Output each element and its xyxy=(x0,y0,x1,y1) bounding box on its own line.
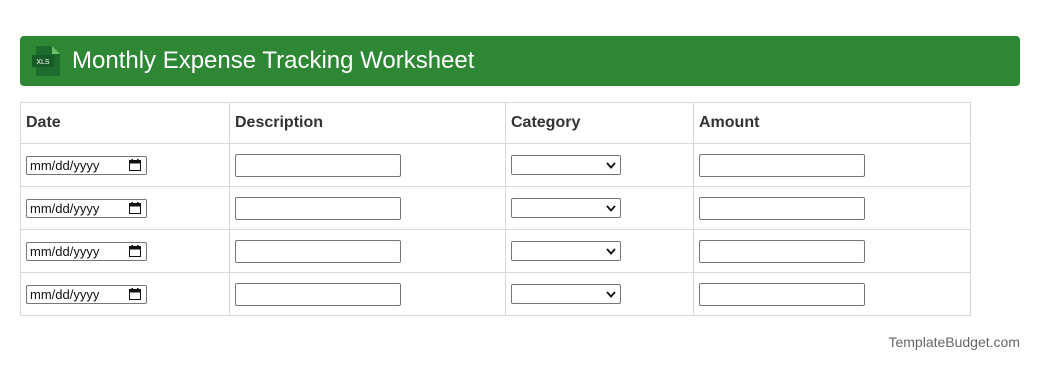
chevron-down-icon xyxy=(606,161,616,169)
chevron-down-icon xyxy=(606,290,616,298)
page-title: Monthly Expense Tracking Worksheet xyxy=(72,47,475,74)
description-input[interactable] xyxy=(235,196,401,220)
date-input[interactable]: mm/dd/yyyy xyxy=(26,284,147,304)
amount-cell xyxy=(693,186,971,230)
svg-text:XLS: XLS xyxy=(36,59,50,66)
amount-input[interactable] xyxy=(699,196,865,220)
column-header-date: Date xyxy=(20,102,230,144)
site-credit: TemplateBudget.com xyxy=(888,334,1020,350)
xls-file-icon: XLS xyxy=(32,46,60,76)
calendar-icon[interactable] xyxy=(129,245,141,257)
category-cell xyxy=(505,143,694,187)
amount-input[interactable] xyxy=(699,282,865,306)
date-cell: mm/dd/yyyy xyxy=(20,272,230,316)
calendar-icon[interactable] xyxy=(129,202,141,214)
description-input[interactable] xyxy=(235,153,401,177)
amount-cell xyxy=(693,229,971,273)
category-select[interactable] xyxy=(511,284,621,304)
date-cell: mm/dd/yyyy xyxy=(20,143,230,187)
category-select[interactable] xyxy=(511,155,621,175)
date-input[interactable]: mm/dd/yyyy xyxy=(26,155,147,175)
date-cell: mm/dd/yyyy xyxy=(20,186,230,230)
table-header-row: Date Description Category Amount xyxy=(20,102,971,144)
category-cell xyxy=(505,272,694,316)
category-select[interactable] xyxy=(511,198,621,218)
table-row: mm/dd/yyyy xyxy=(20,186,971,230)
date-cell: mm/dd/yyyy xyxy=(20,229,230,273)
chevron-down-icon xyxy=(606,247,616,255)
category-select[interactable] xyxy=(511,241,621,261)
column-header-category: Category xyxy=(505,102,694,144)
table-row: mm/dd/yyyy xyxy=(20,143,971,187)
date-placeholder: mm/dd/yyyy xyxy=(30,200,100,216)
calendar-icon[interactable] xyxy=(129,288,141,300)
column-header-description: Description xyxy=(229,102,506,144)
category-cell xyxy=(505,229,694,273)
description-input[interactable] xyxy=(235,282,401,306)
description-cell xyxy=(229,143,506,187)
description-cell xyxy=(229,229,506,273)
date-input[interactable]: mm/dd/yyyy xyxy=(26,198,147,218)
amount-cell xyxy=(693,143,971,187)
date-input[interactable]: mm/dd/yyyy xyxy=(26,241,147,261)
column-header-amount: Amount xyxy=(693,102,971,144)
expense-table: Date Description Category Amount mm/dd/y… xyxy=(20,102,971,316)
table-row: mm/dd/yyyy xyxy=(20,272,971,316)
description-cell xyxy=(229,186,506,230)
date-placeholder: mm/dd/yyyy xyxy=(30,157,100,173)
amount-input[interactable] xyxy=(699,153,865,177)
amount-input[interactable] xyxy=(699,239,865,263)
date-placeholder: mm/dd/yyyy xyxy=(30,286,100,302)
description-cell xyxy=(229,272,506,316)
worksheet-header: XLS Monthly Expense Tracking Worksheet xyxy=(20,36,1020,86)
table-row: mm/dd/yyyy xyxy=(20,229,971,273)
calendar-icon[interactable] xyxy=(129,159,141,171)
description-input[interactable] xyxy=(235,239,401,263)
chevron-down-icon xyxy=(606,204,616,212)
amount-cell xyxy=(693,272,971,316)
category-cell xyxy=(505,186,694,230)
date-placeholder: mm/dd/yyyy xyxy=(30,243,100,259)
